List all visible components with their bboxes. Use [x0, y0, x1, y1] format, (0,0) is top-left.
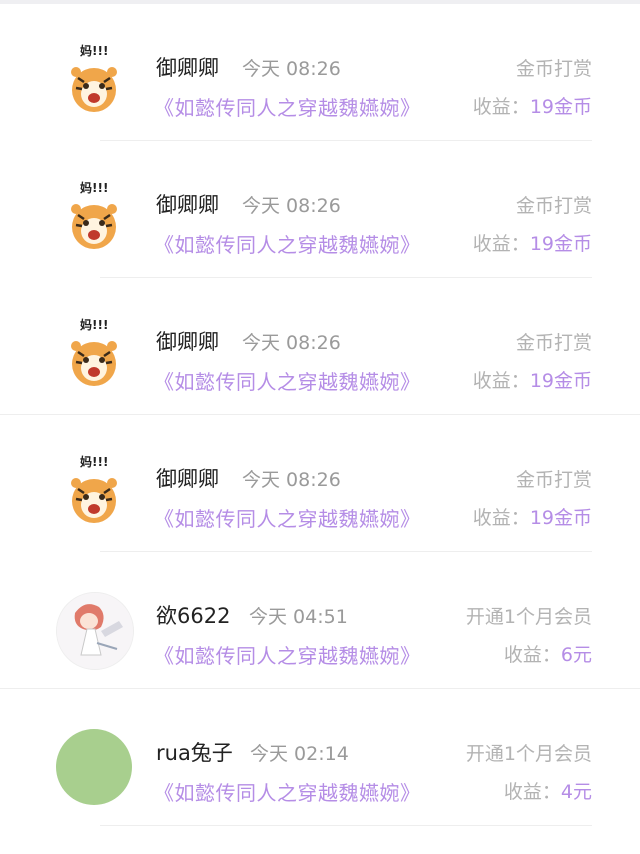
user-name[interactable]: 御卿卿 [156, 189, 219, 219]
earnings-label: 收益： [472, 96, 530, 118]
user-name[interactable]: 欲6622 [156, 600, 230, 630]
book-title-link[interactable]: 《如懿传同人之穿越魏嬿婉》 [154, 777, 421, 806]
timestamp: 今天 02:14 [250, 743, 349, 765]
earnings-amount: 19金币 [529, 233, 592, 255]
transaction-type: 金币打赏 [515, 332, 592, 354]
book-title-link[interactable]: 《如懿传同人之穿越魏嬿婉》 [154, 503, 421, 532]
tiger-sticker-icon[interactable]: 妈!!! [64, 42, 124, 114]
user-name[interactable]: 御卿卿 [156, 52, 219, 82]
earnings: 收益：19金币 [473, 92, 592, 119]
transaction-type: 开通1个月会员 [465, 743, 592, 765]
earnings-amount: 19金币 [529, 370, 592, 392]
timestamp: 今天 08:26 [242, 58, 341, 80]
list-item[interactable]: 妈!!! 御卿卿 今天 08:26 《如懿传同人之穿越魏嬿婉》 金币打赏 收益：… [0, 415, 640, 552]
row-divider [100, 825, 592, 826]
user-name[interactable]: 御卿卿 [156, 463, 219, 493]
transaction-type: 金币打赏 [515, 195, 592, 217]
earnings-label: 收益： [503, 781, 561, 803]
earnings: 收益：19金币 [473, 366, 592, 393]
tiger-sticker-icon[interactable]: 妈!!! [64, 316, 124, 388]
transaction-type: 开通1个月会员 [465, 606, 592, 628]
tiger-sticker-icon[interactable]: 妈!!! [64, 453, 124, 525]
book-title-link[interactable]: 《如懿传同人之穿越魏嬿婉》 [154, 366, 421, 395]
tiger-sticker-icon[interactable]: 妈!!! [64, 179, 124, 251]
avatar-sticker-text: 妈!!! [80, 317, 108, 332]
user-name[interactable]: 御卿卿 [156, 326, 219, 356]
earnings-label: 收益： [472, 370, 530, 392]
book-title-link[interactable]: 《如懿传同人之穿越魏嬿婉》 [154, 229, 421, 258]
earnings-amount: 6元 [560, 644, 592, 666]
avatar-sticker-text: 妈!!! [80, 454, 108, 469]
book-title-link[interactable]: 《如懿传同人之穿越魏嬿婉》 [154, 640, 421, 669]
earnings-amount: 4元 [560, 781, 592, 803]
earnings-label: 收益： [472, 507, 530, 529]
timestamp: 今天 08:26 [242, 332, 341, 354]
earnings: 收益：19金币 [473, 503, 592, 530]
timestamp: 今天 04:51 [249, 606, 348, 628]
list-item[interactable]: 妈!!! 御卿卿 今天 08:26 《如懿传同人之穿越魏嬿婉》 金币打赏 收益：… [0, 4, 640, 141]
earnings-amount: 19金币 [529, 507, 592, 529]
earnings-amount: 19金币 [529, 96, 592, 118]
earnings-label: 收益： [472, 233, 530, 255]
timestamp: 今天 08:26 [242, 195, 341, 217]
list-item[interactable]: 妈!!! 御卿卿 今天 08:26 《如懿传同人之穿越魏嬿婉》 金币打赏 收益：… [0, 141, 640, 278]
list-item[interactable]: 妈!!! 御卿卿 今天 08:26 《如懿传同人之穿越魏嬿婉》 金币打赏 收益：… [0, 278, 640, 415]
earnings-label: 收益： [503, 644, 561, 666]
green-circle-avatar[interactable] [56, 729, 132, 805]
list-item[interactable]: rua兔子 今天 02:14 《如懿传同人之穿越魏嬿婉》 开通1个月会员 收益：… [0, 689, 640, 826]
user-name[interactable]: rua兔子 [156, 737, 233, 767]
earnings: 收益：4元 [504, 777, 592, 804]
anime-girl-avatar[interactable] [56, 592, 134, 670]
avatar-sticker-text: 妈!!! [80, 180, 108, 195]
transaction-type: 金币打赏 [515, 469, 592, 491]
book-title-link[interactable]: 《如懿传同人之穿越魏嬿婉》 [154, 92, 421, 121]
list-item[interactable]: 欲6622 今天 04:51 《如懿传同人之穿越魏嬿婉》 开通1个月会员 收益：… [0, 552, 640, 689]
earnings-list: 妈!!! 御卿卿 今天 08:26 《如懿传同人之穿越魏嬿婉》 金币打赏 收益：… [0, 4, 640, 826]
avatar-sticker-text: 妈!!! [80, 43, 108, 58]
transaction-type: 金币打赏 [515, 58, 592, 80]
earnings: 收益：6元 [504, 640, 592, 667]
earnings: 收益：19金币 [473, 229, 592, 256]
timestamp: 今天 08:26 [242, 469, 341, 491]
